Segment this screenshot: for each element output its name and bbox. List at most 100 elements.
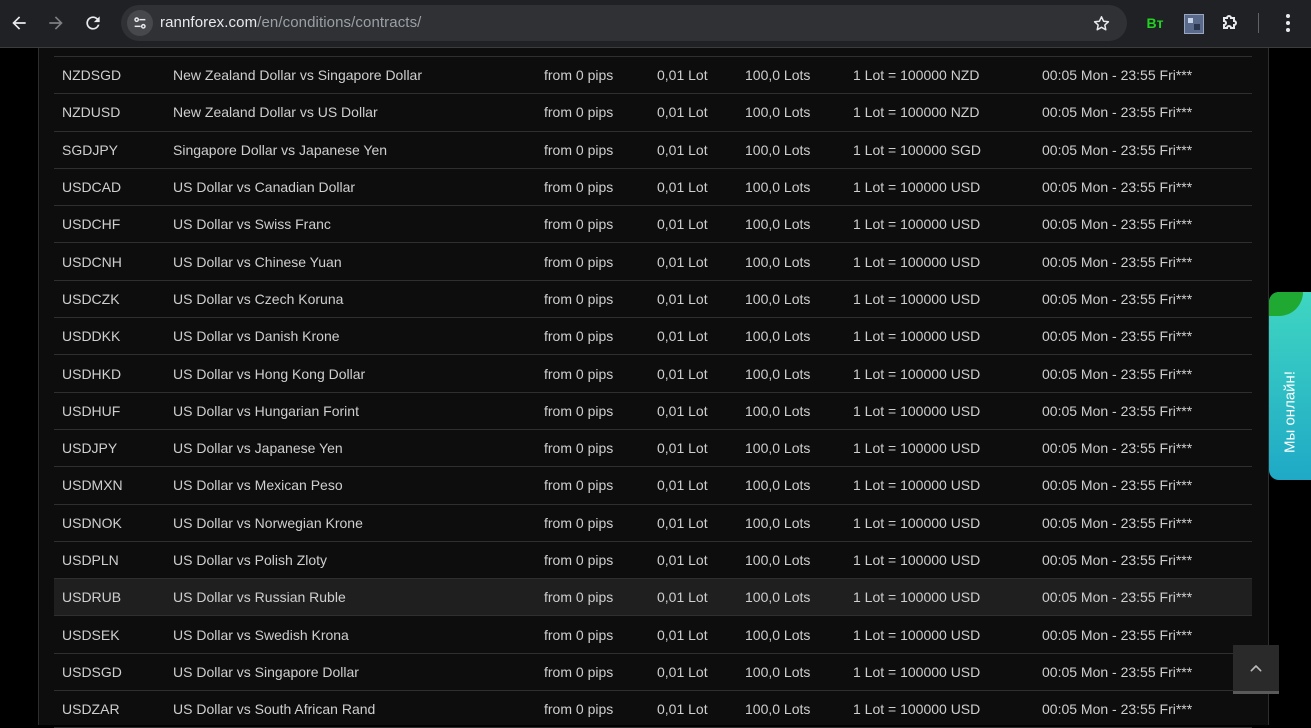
- cell-symbol: USDHUF: [62, 402, 121, 419]
- cell-max-lot: 100,0 Lots: [745, 67, 811, 84]
- scroll-to-top-button[interactable]: [1233, 645, 1279, 694]
- back-button[interactable]: [3, 7, 35, 39]
- cell-trading-hours: 00:05 Mon - 23:55 Fri***: [1042, 253, 1193, 270]
- cell-trading-hours: 00:05 Mon - 23:55 Fri***: [1042, 179, 1193, 196]
- extension-image-icon[interactable]: [1184, 14, 1204, 34]
- chevron-up-icon: [1250, 665, 1262, 672]
- cell-symbol: USDRUB: [62, 589, 122, 606]
- cell-instrument-name: US Dollar vs Swedish Krona: [173, 626, 349, 643]
- cell-lot-size: 1 Lot = 100000 USD: [853, 701, 981, 718]
- cell-lot-size: 1 Lot = 100000 USD: [853, 477, 981, 494]
- table-row: SGDJPY Singapore Dollar vs Japanese Yen fr…: [54, 132, 1252, 169]
- cell-min-lot: 0,01 Lot: [657, 216, 708, 233]
- browser-toolbar: rannforex.com/en/conditions/contracts/ B…: [0, 0, 1311, 48]
- cell-min-lot: 0,01 Lot: [657, 365, 708, 382]
- kebab-menu-icon[interactable]: [1276, 11, 1300, 35]
- table-row: USDHUF US Dollar vs Hungarian Forint from …: [54, 393, 1252, 430]
- address-bar[interactable]: rannforex.com/en/conditions/contracts/: [121, 5, 1127, 41]
- star-icon: [1093, 15, 1109, 31]
- table-row: USDJPY US Dollar vs Japanese Yen from 0 pi…: [54, 430, 1252, 468]
- online-chat-tab[interactable]: Мы онлайн!: [1269, 292, 1311, 480]
- cell-trading-hours: 00:05 Mon - 23:55 Fri***: [1042, 365, 1193, 382]
- cell-instrument-name: US Dollar vs Japanese Yen: [173, 440, 343, 457]
- cell-max-lot: 100,0 Lots: [745, 701, 811, 718]
- chat-tab-corner: [1269, 292, 1303, 316]
- cell-symbol: NZDUSD: [62, 104, 121, 121]
- table-row: USDNOK US Dollar vs Norwegian Krone from 0…: [54, 505, 1252, 542]
- cell-trading-hours: 00:05 Mon - 23:55 Fri***: [1042, 104, 1193, 121]
- cell-lot-size: 1 Lot = 100000 USD: [853, 290, 981, 307]
- cell-lot-size: 1 Lot = 100000 USD: [853, 663, 981, 680]
- cell-instrument-name: US Dollar vs Mexican Peso: [173, 477, 343, 494]
- cell-max-lot: 100,0 Lots: [745, 365, 811, 382]
- cell-trading-hours: 00:05 Mon - 23:55 Fri***: [1042, 663, 1193, 680]
- table-row: USDSGD US Dollar vs Singapore Dollar from …: [54, 654, 1252, 692]
- back-arrow-icon: [12, 16, 26, 30]
- cell-max-lot: 100,0 Lots: [745, 253, 811, 270]
- cell-max-lot: 100,0 Lots: [745, 141, 811, 158]
- cell-instrument-name: US Dollar vs Chinese Yuan: [173, 253, 342, 270]
- cell-max-lot: 100,0 Lots: [745, 477, 811, 494]
- cell-min-lot: 0,01 Lot: [657, 440, 708, 457]
- site-settings-icon: [134, 17, 146, 29]
- cell-trading-hours: 00:05 Mon - 23:55 Fri***: [1042, 216, 1193, 233]
- cell-trading-hours: 00:05 Mon - 23:55 Fri***: [1042, 67, 1193, 84]
- cell-max-lot: 100,0 Lots: [745, 328, 811, 345]
- cell-min-lot: 0,01 Lot: [657, 402, 708, 419]
- cell-trading-hours: 00:05 Mon - 23:55 Fri***: [1042, 626, 1193, 643]
- cell-max-lot: 100,0 Lots: [745, 290, 811, 307]
- table-row: NZDSGD New Zealand Dollar vs Singapore Do…: [54, 57, 1252, 95]
- reload-button[interactable]: [77, 7, 109, 39]
- cell-instrument-name: US Dollar vs Polish Zloty: [173, 552, 328, 568]
- cell-max-lot: 100,0 Lots: [745, 663, 811, 680]
- cell-lot-size: 1 Lot = 100000 USD: [853, 552, 981, 568]
- reload-icon: [86, 16, 100, 30]
- cell-lot-size: 1 Lot = 100000 USD: [853, 365, 981, 382]
- cell-min-lot: 0,01 Lot: [657, 104, 708, 121]
- table-row: USDZAR US Dollar vs South African Rand fro…: [54, 691, 1252, 728]
- table-row: NZDUSD New Zealand Dollar vs US Dollar fro…: [54, 94, 1252, 132]
- cell-lot-size: 1 Lot = 100000 SGD: [853, 141, 982, 158]
- cell-spread: from 0 pips: [544, 552, 614, 568]
- cell-lot-size: 1 Lot = 100000 USD: [853, 253, 981, 270]
- cell-lot-size: 1 Lot = 100000 USD: [853, 179, 981, 196]
- table-row: USDRUB US Dollar vs Russian Ruble from 0 p…: [54, 579, 1252, 617]
- table-row: USDCZK US Dollar vs Czech Koruna from 0 pi…: [54, 281, 1252, 319]
- site-settings-button[interactable]: [127, 10, 153, 36]
- table-row: USDHKD US Dollar vs Hong Kong Dollar from …: [54, 355, 1252, 393]
- cell-instrument-name: US Dollar vs Swiss Franc: [173, 216, 331, 233]
- cell-min-lot: 0,01 Lot: [657, 141, 708, 158]
- puzzle-icon[interactable]: [1219, 11, 1243, 35]
- cell-instrument-name: US Dollar vs Danish Krone: [173, 328, 340, 345]
- cell-spread: from 0 pips: [544, 104, 614, 121]
- cell-spread: from 0 pips: [544, 141, 614, 158]
- cell-spread: from 0 pips: [544, 663, 614, 680]
- cell-symbol: USDSEK: [62, 626, 120, 643]
- cell-spread: from 0 pips: [544, 67, 614, 84]
- chat-tab-label: Мы онлайн!: [1281, 371, 1299, 453]
- cell-symbol: USDCAD: [62, 179, 122, 196]
- cell-trading-hours: 00:05 Mon - 23:55 Fri***: [1042, 701, 1193, 718]
- cell-symbol: USDMXN: [62, 477, 123, 494]
- forward-button[interactable]: [40, 7, 72, 39]
- cell-lot-size: 1 Lot = 100000 USD: [853, 328, 981, 345]
- cell-trading-hours: 00:05 Mon - 23:55 Fri***: [1042, 290, 1193, 307]
- url-text[interactable]: rannforex.com/en/conditions/contracts/: [160, 14, 421, 31]
- cell-symbol: USDCZK: [62, 290, 120, 307]
- cell-symbol: USDNOK: [62, 514, 122, 531]
- cell-instrument-name: Singapore Dollar vs Japanese Yen: [173, 141, 388, 158]
- cell-spread: from 0 pips: [544, 328, 614, 345]
- cell-lot-size: 1 Lot = 100000 NZD: [853, 104, 980, 121]
- cell-spread: from 0 pips: [544, 290, 614, 307]
- url-path: /en/conditions/contracts/: [257, 14, 422, 31]
- bookmark-button[interactable]: [1089, 11, 1113, 35]
- cell-trading-hours: 00:05 Mon - 23:55 Fri***: [1042, 514, 1193, 531]
- toolbar-divider: [1258, 13, 1259, 33]
- cell-lot-size: 1 Lot = 100000 USD: [853, 440, 981, 457]
- cell-max-lot: 100,0 Lots: [745, 552, 811, 568]
- extension-bt-button[interactable]: Bт: [1143, 12, 1167, 34]
- cell-symbol: USDPLN: [62, 552, 119, 568]
- cell-lot-size: 1 Lot = 100000 USD: [853, 216, 981, 233]
- cell-trading-hours: 00:05 Mon - 23:55 Fri***: [1042, 328, 1193, 345]
- cell-spread: from 0 pips: [544, 626, 614, 643]
